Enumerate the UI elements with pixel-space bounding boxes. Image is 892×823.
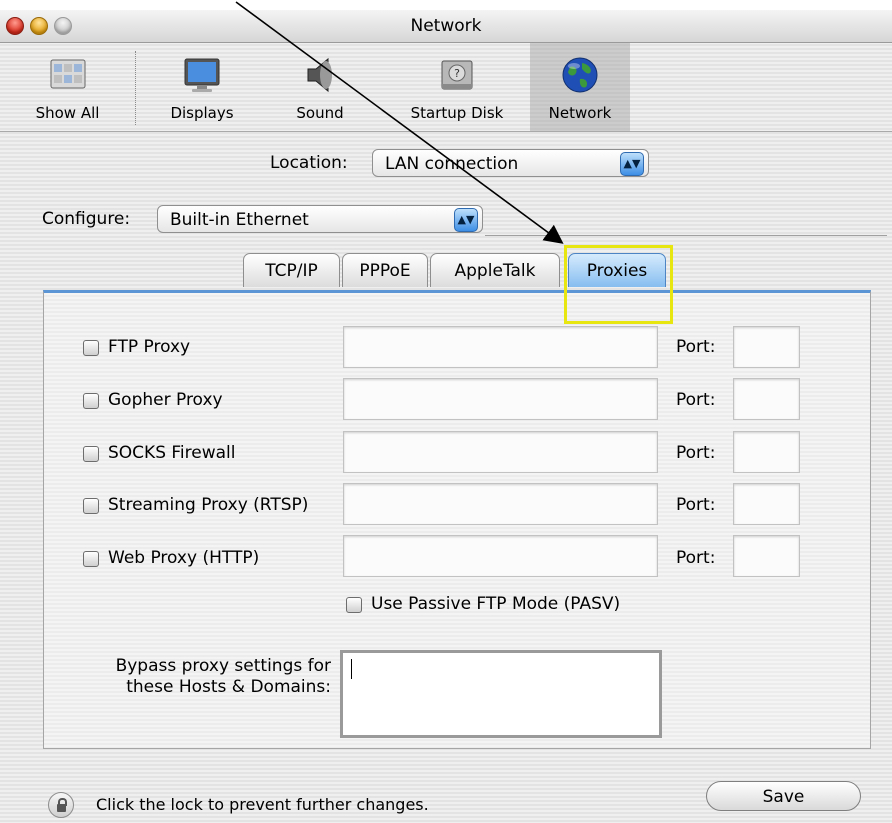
bypass-label: Bypass proxy settings for these Hosts & … xyxy=(88,656,331,698)
toolbar-separator xyxy=(135,51,136,125)
svg-text:?: ? xyxy=(454,67,460,80)
popup-arrows-icon: ▲▼ xyxy=(620,152,644,176)
streaming-proxy-port-field[interactable] xyxy=(733,483,800,525)
ftp-proxy-port-field[interactable] xyxy=(733,326,800,368)
ftp-proxy-server-field[interactable] xyxy=(343,326,658,368)
toolbar-label: Show All xyxy=(35,104,100,122)
toolbar-item-show-all[interactable]: Show All xyxy=(0,43,135,131)
gopher-proxy-label: Gopher Proxy xyxy=(108,390,223,410)
tab-appletalk[interactable]: AppleTalk xyxy=(430,253,560,287)
streaming-proxy-checkbox[interactable] xyxy=(83,498,99,514)
configure-popup[interactable]: Built-in Ethernet ▲▼ xyxy=(157,205,483,233)
gopher-proxy-server-field[interactable] xyxy=(343,378,658,420)
tab-pppoe[interactable]: PPPoE xyxy=(342,253,428,287)
lock-message: Click the lock to prevent further change… xyxy=(96,795,429,814)
sound-icon xyxy=(300,55,340,95)
configure-label: Configure: xyxy=(42,209,131,229)
location-value: LAN connection xyxy=(385,154,519,174)
window-title: Network xyxy=(410,16,482,36)
popup-arrows-icon: ▲▼ xyxy=(454,208,478,232)
annotation-highlight-box xyxy=(564,245,673,324)
location-popup[interactable]: LAN connection ▲▼ xyxy=(372,149,649,177)
web-proxy-label: Web Proxy (HTTP) xyxy=(108,548,260,568)
port-label: Port: xyxy=(676,495,716,515)
toolbar-label: Network xyxy=(548,104,612,122)
gopher-proxy-port-field[interactable] xyxy=(733,378,800,420)
toolbar-label: Sound xyxy=(296,104,344,122)
port-label: Port: xyxy=(676,337,716,357)
toolbar-item-startup-disk[interactable]: ? Startup Disk xyxy=(397,43,517,131)
bypass-label-line1: Bypass proxy settings for xyxy=(115,656,331,676)
toolbar-item-displays[interactable]: Displays xyxy=(152,43,252,131)
tab-tcp-ip[interactable]: TCP/IP xyxy=(243,253,340,287)
socks-firewall-server-field[interactable] xyxy=(343,431,658,473)
streaming-proxy-server-field[interactable] xyxy=(343,483,658,525)
configure-divider xyxy=(485,235,887,236)
passive-ftp-checkbox[interactable] xyxy=(346,597,362,613)
bypass-label-line2: these Hosts & Domains: xyxy=(126,677,331,697)
port-label: Port: xyxy=(676,443,716,463)
socks-firewall-checkbox[interactable] xyxy=(83,446,99,462)
ftp-proxy-label: FTP Proxy xyxy=(108,337,191,357)
toolbar-label: Displays xyxy=(170,104,234,122)
port-label: Port: xyxy=(676,548,716,568)
displays-icon xyxy=(182,55,222,95)
web-proxy-port-field[interactable] xyxy=(733,535,800,577)
streaming-proxy-label: Streaming Proxy (RTSP) xyxy=(108,495,309,515)
location-label: Location: xyxy=(270,153,348,173)
network-preferences-window: Network Show All Displays Sound ? Startu… xyxy=(0,10,892,823)
socks-firewall-port-field[interactable] xyxy=(733,431,800,473)
toolbar-item-sound[interactable]: Sound xyxy=(270,43,370,131)
toolbar-label: Startup Disk xyxy=(410,104,504,122)
show-all-icon xyxy=(48,55,88,95)
save-button[interactable]: Save xyxy=(706,781,861,811)
lock-icon[interactable] xyxy=(48,792,74,818)
socks-firewall-label: SOCKS Firewall xyxy=(108,443,236,463)
ftp-proxy-checkbox[interactable] xyxy=(83,340,99,356)
toolbar-item-network[interactable]: Network xyxy=(530,43,630,131)
passive-ftp-label: Use Passive FTP Mode (PASV) xyxy=(371,594,621,614)
configure-value: Built-in Ethernet xyxy=(170,210,309,230)
gopher-proxy-checkbox[interactable] xyxy=(83,393,99,409)
port-label: Port: xyxy=(676,390,716,410)
preferences-toolbar: Show All Displays Sound ? Startup Disk N… xyxy=(0,43,892,132)
startup-disk-icon: ? xyxy=(437,55,477,95)
text-caret xyxy=(351,659,352,679)
web-proxy-checkbox[interactable] xyxy=(83,551,99,567)
bypass-hosts-textarea[interactable] xyxy=(340,650,662,738)
network-globe-icon xyxy=(560,55,600,95)
web-proxy-server-field[interactable] xyxy=(343,535,658,577)
title-bar[interactable]: Network xyxy=(0,10,892,43)
